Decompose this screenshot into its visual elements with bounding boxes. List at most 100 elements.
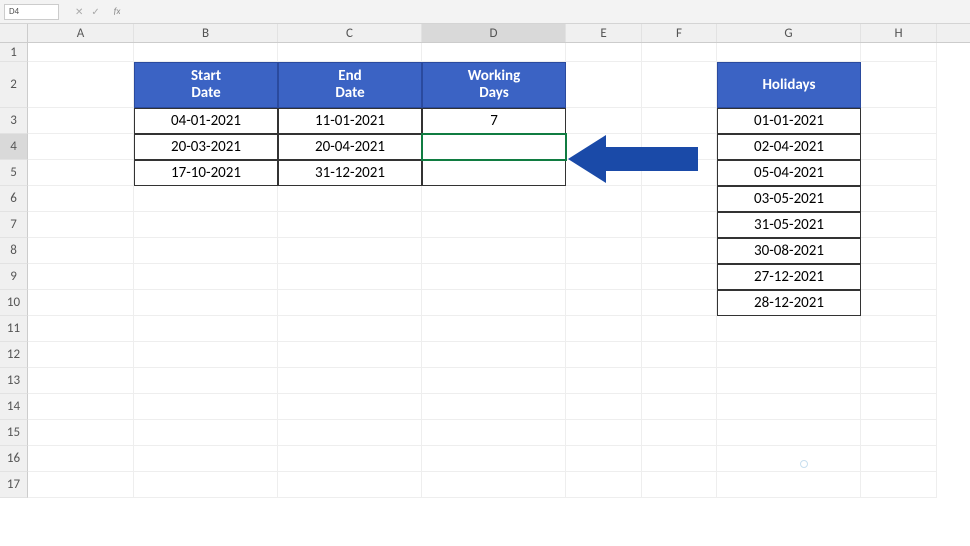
cell-B15[interactable] [134,420,278,446]
cell-D3[interactable]: 7 [422,108,566,134]
cell-D14[interactable] [422,394,566,420]
cell-C12[interactable] [278,342,422,368]
row-header-6[interactable]: 6 [0,186,28,212]
cell-D5[interactable] [422,160,566,186]
cell-F1[interactable] [642,43,717,62]
cell-F15[interactable] [642,420,717,446]
cell-F17[interactable] [642,472,717,498]
row-header-3[interactable]: 3 [0,108,28,134]
cell-G8[interactable]: 30-08-2021 [717,238,861,264]
cell-H2[interactable] [861,62,937,108]
cell-A12[interactable] [28,342,134,368]
row-header-16[interactable]: 16 [0,446,28,472]
cell-C16[interactable] [278,446,422,472]
cell-H3[interactable] [861,108,937,134]
cell-E1[interactable] [566,43,642,62]
cell-A8[interactable] [28,238,134,264]
cell-F16[interactable] [642,446,717,472]
cell-C7[interactable] [278,212,422,238]
cell-F10[interactable] [642,290,717,316]
header-working-days[interactable]: Working Days [422,62,566,108]
col-header-g[interactable]: G [717,24,861,42]
cell-A6[interactable] [28,186,134,212]
cell-A10[interactable] [28,290,134,316]
cell-H15[interactable] [861,420,937,446]
cell-B3[interactable]: 04-01-2021 [134,108,278,134]
cell-H14[interactable] [861,394,937,420]
cell-D1[interactable] [422,43,566,62]
row-header-4[interactable]: 4 [0,134,28,160]
select-all-corner[interactable] [0,24,28,42]
cell-G9[interactable]: 27-12-2021 [717,264,861,290]
cell-E9[interactable] [566,264,642,290]
cell-H12[interactable] [861,342,937,368]
row-header-8[interactable]: 8 [0,238,28,264]
header-start-date[interactable]: Start Date [134,62,278,108]
cell-G12[interactable] [717,342,861,368]
cell-A11[interactable] [28,316,134,342]
confirm-icon[interactable]: ✓ [91,5,99,18]
cells-area[interactable]: Start DateEnd DateWorking Days 04-01-2021… [28,43,937,498]
cell-D4[interactable] [422,134,566,160]
cell-G7[interactable]: 31-05-2021 [717,212,861,238]
cell-C4[interactable]: 20-04-2021 [278,134,422,160]
cell-E7[interactable] [566,212,642,238]
row-header-2[interactable]: 2 [0,62,28,108]
cell-E13[interactable] [566,368,642,394]
cell-H11[interactable] [861,316,937,342]
col-header-e[interactable]: E [566,24,642,42]
cell-H16[interactable] [861,446,937,472]
cell-E8[interactable] [566,238,642,264]
row-header-10[interactable]: 10 [0,290,28,316]
cell-G15[interactable] [717,420,861,446]
cell-H17[interactable] [861,472,937,498]
header-end-date[interactable]: End Date [278,62,422,108]
cell-E12[interactable] [566,342,642,368]
cell-G10[interactable]: 28-12-2021 [717,290,861,316]
cell-B8[interactable] [134,238,278,264]
cell-D12[interactable] [422,342,566,368]
row-header-7[interactable]: 7 [0,212,28,238]
row-header-11[interactable]: 11 [0,316,28,342]
cell-F6[interactable] [642,186,717,212]
row-header-15[interactable]: 15 [0,420,28,446]
cell-C5[interactable]: 31-12-2021 [278,160,422,186]
cell-G3[interactable]: 01-01-2021 [717,108,861,134]
cell-C10[interactable] [278,290,422,316]
cell-G1[interactable] [717,43,861,62]
row-header-9[interactable]: 9 [0,264,28,290]
cell-B14[interactable] [134,394,278,420]
cell-A13[interactable] [28,368,134,394]
cell-H8[interactable] [861,238,937,264]
cell-F14[interactable] [642,394,717,420]
cell-A2[interactable] [28,62,134,108]
cell-C9[interactable] [278,264,422,290]
col-header-f[interactable]: F [642,24,717,42]
cancel-icon[interactable]: ✕ [75,5,83,18]
row-header-12[interactable]: 12 [0,342,28,368]
cell-D17[interactable] [422,472,566,498]
cell-H9[interactable] [861,264,937,290]
cell-E10[interactable] [566,290,642,316]
cell-C8[interactable] [278,238,422,264]
col-header-h[interactable]: H [861,24,937,42]
row-header-5[interactable]: 5 [0,160,28,186]
cell-E6[interactable] [566,186,642,212]
cell-C14[interactable] [278,394,422,420]
cell-E16[interactable] [566,446,642,472]
cell-G16[interactable] [717,446,861,472]
col-header-b[interactable]: B [134,24,278,42]
cell-G6[interactable]: 03-05-2021 [717,186,861,212]
cell-G14[interactable] [717,394,861,420]
cell-F13[interactable] [642,368,717,394]
cell-G13[interactable] [717,368,861,394]
cell-A1[interactable] [28,43,134,62]
cell-D10[interactable] [422,290,566,316]
cell-B1[interactable] [134,43,278,62]
cell-E14[interactable] [566,394,642,420]
cell-D7[interactable] [422,212,566,238]
cell-B11[interactable] [134,316,278,342]
cell-B6[interactable] [134,186,278,212]
cell-A17[interactable] [28,472,134,498]
cell-D8[interactable] [422,238,566,264]
